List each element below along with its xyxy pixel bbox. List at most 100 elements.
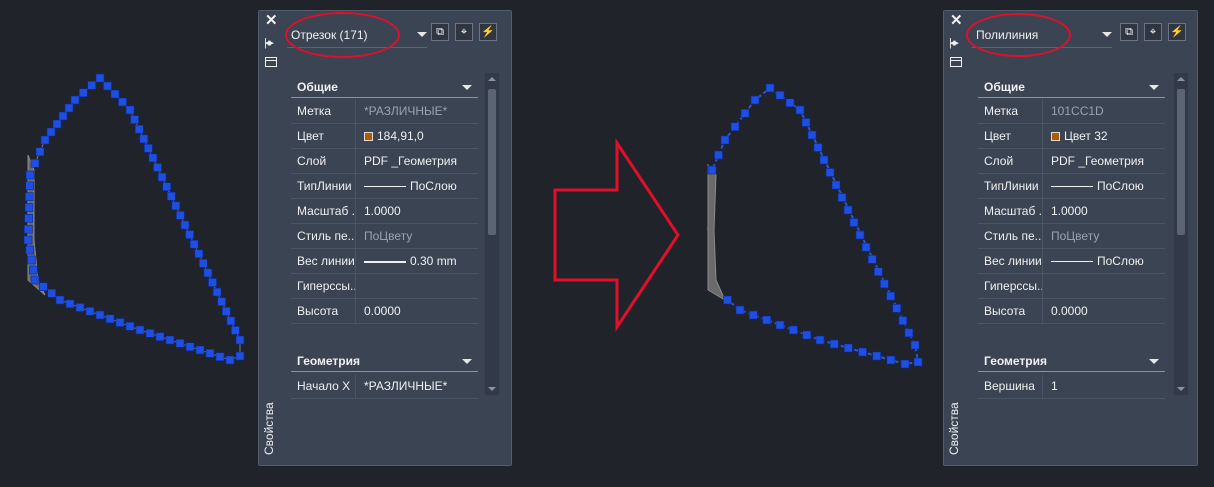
property-row[interactable]: Слой PDF _Геометрия: [291, 149, 478, 174]
grip-handle[interactable]: [886, 355, 896, 365]
grip-handle[interactable]: [46, 127, 56, 137]
grip-handle[interactable]: [815, 335, 825, 345]
grip-handle[interactable]: [203, 268, 213, 278]
grip-handle[interactable]: [904, 328, 914, 338]
grip-handle[interactable]: [65, 299, 75, 309]
pick-add-icon[interactable]: ⌖: [455, 23, 473, 41]
pin-icon[interactable]: |◂▸: [264, 36, 274, 49]
grip-handle[interactable]: [235, 351, 245, 361]
grip-handle[interactable]: [105, 314, 115, 324]
grip-handle[interactable]: [199, 258, 208, 268]
property-value[interactable]: PDF _Геометрия: [364, 149, 478, 173]
grip-handle[interactable]: [25, 181, 35, 191]
grip-handle[interactable]: [155, 332, 165, 342]
grip-handle[interactable]: [788, 325, 798, 335]
grip-handle[interactable]: [222, 306, 231, 316]
grip-handle[interactable]: [23, 235, 33, 245]
grip-handle[interactable]: [892, 303, 902, 313]
property-value[interactable]: [1051, 274, 1165, 298]
grip-handle[interactable]: [212, 287, 222, 297]
property-value[interactable]: PDF _Геометрия: [1051, 149, 1165, 173]
select-objects-icon[interactable]: ⧉: [431, 23, 449, 41]
grip-handle[interactable]: [195, 345, 205, 355]
pick-add-icon[interactable]: ⌖: [1144, 23, 1162, 41]
grip-handle[interactable]: [55, 295, 65, 305]
grip-handle[interactable]: [103, 81, 112, 91]
grip-handle[interactable]: [855, 230, 865, 240]
menu-icon[interactable]: [950, 57, 962, 67]
grip-handle[interactable]: [176, 211, 185, 220]
grip-handle[interactable]: [125, 321, 135, 331]
grip-handle[interactable]: [134, 124, 144, 134]
property-row[interactable]: Высота 0.0000: [291, 299, 478, 324]
grip-handle[interactable]: [25, 245, 35, 255]
grip-handle[interactable]: [867, 255, 877, 264]
grip-handle[interactable]: [130, 115, 139, 124]
grip-handle[interactable]: [910, 340, 920, 350]
right-triangle-shape[interactable]: [706, 83, 923, 369]
property-row[interactable]: Цвет 184,91,0: [291, 124, 478, 149]
property-value[interactable]: 184,91,0: [364, 124, 478, 148]
property-row[interactable]: ТипЛинии ПоСлою: [978, 174, 1165, 199]
property-row[interactable]: Гиперссы...: [291, 274, 478, 299]
grip-handle[interactable]: [185, 230, 194, 239]
property-row[interactable]: Стиль пе... ПоЦвету: [291, 224, 478, 249]
grip-handle[interactable]: [64, 103, 74, 113]
property-row[interactable]: Слой PDF _Геометрия: [978, 149, 1165, 174]
grip-handle[interactable]: [110, 89, 120, 99]
grip-handle[interactable]: [235, 335, 245, 345]
grip-handle[interactable]: [153, 163, 162, 172]
grip-handle[interactable]: [28, 265, 38, 275]
grip-handle[interactable]: [58, 111, 68, 121]
property-row[interactable]: Цвет Цвет 32: [978, 124, 1165, 149]
property-row[interactable]: Начало X *РАЗЛИЧНЫЕ*: [291, 374, 478, 399]
property-row[interactable]: Гиперссы...: [978, 274, 1165, 299]
grip-handle[interactable]: [27, 255, 36, 265]
grip-handle[interactable]: [735, 305, 745, 315]
property-value[interactable]: 0.0000: [364, 299, 478, 323]
grip-handle[interactable]: [180, 220, 190, 230]
section-geometry[interactable]: Геометрия: [291, 351, 478, 372]
grip-handle[interactable]: [25, 170, 35, 180]
scrollbar[interactable]: [485, 73, 499, 395]
left-triangle-shape[interactable]: [23, 73, 245, 365]
select-objects-icon[interactable]: ⧉: [1120, 23, 1138, 41]
quick-select-icon[interactable]: ⚡: [479, 23, 497, 41]
grip-handle[interactable]: [95, 73, 105, 83]
property-value[interactable]: ПоСлою: [364, 174, 478, 198]
grip-handle[interactable]: [819, 155, 829, 165]
grip-handle[interactable]: [748, 310, 758, 320]
grip-handle[interactable]: [802, 330, 812, 340]
property-row[interactable]: Метка *РАЗЛИЧНЫЕ*: [291, 99, 478, 124]
grip-handle[interactable]: [118, 97, 127, 107]
grip-handle[interactable]: [157, 172, 167, 182]
grip-handle[interactable]: [813, 143, 823, 152]
grip-handle[interactable]: [79, 88, 88, 97]
property-row[interactable]: ТипЛинии ПоСлою: [291, 174, 478, 199]
grip-handle[interactable]: [40, 135, 50, 145]
grip-handle[interactable]: [872, 351, 882, 361]
property-value[interactable]: 0.30 mm: [364, 249, 478, 273]
grip-handle[interactable]: [900, 359, 910, 369]
grip-handle[interactable]: [215, 352, 225, 362]
grip-handle[interactable]: [70, 95, 80, 105]
grip-handle[interactable]: [148, 153, 158, 163]
property-value[interactable]: [364, 274, 478, 298]
grip-handle[interactable]: [785, 98, 795, 107]
grip-handle[interactable]: [730, 122, 740, 131]
property-value[interactable]: *РАЗЛИЧНЫЕ*: [364, 374, 478, 398]
property-value[interactable]: ПоЦвету: [364, 224, 478, 248]
grip-handle[interactable]: [225, 355, 235, 365]
grip-handle[interactable]: [24, 203, 34, 212]
grip-handle[interactable]: [38, 282, 48, 292]
grip-handle[interactable]: [23, 224, 33, 234]
grip-handle[interactable]: [30, 159, 40, 168]
menu-icon[interactable]: [265, 57, 277, 67]
grip-handle[interactable]: [165, 335, 175, 345]
grip-handle[interactable]: [175, 338, 185, 348]
property-row[interactable]: Масштаб ... 1.0000: [291, 199, 478, 224]
quick-select-icon[interactable]: ⚡: [1168, 23, 1186, 41]
grip-handle[interactable]: [208, 278, 217, 287]
close-icon[interactable]: ✕: [950, 13, 963, 29]
grip-handle[interactable]: [75, 303, 85, 312]
